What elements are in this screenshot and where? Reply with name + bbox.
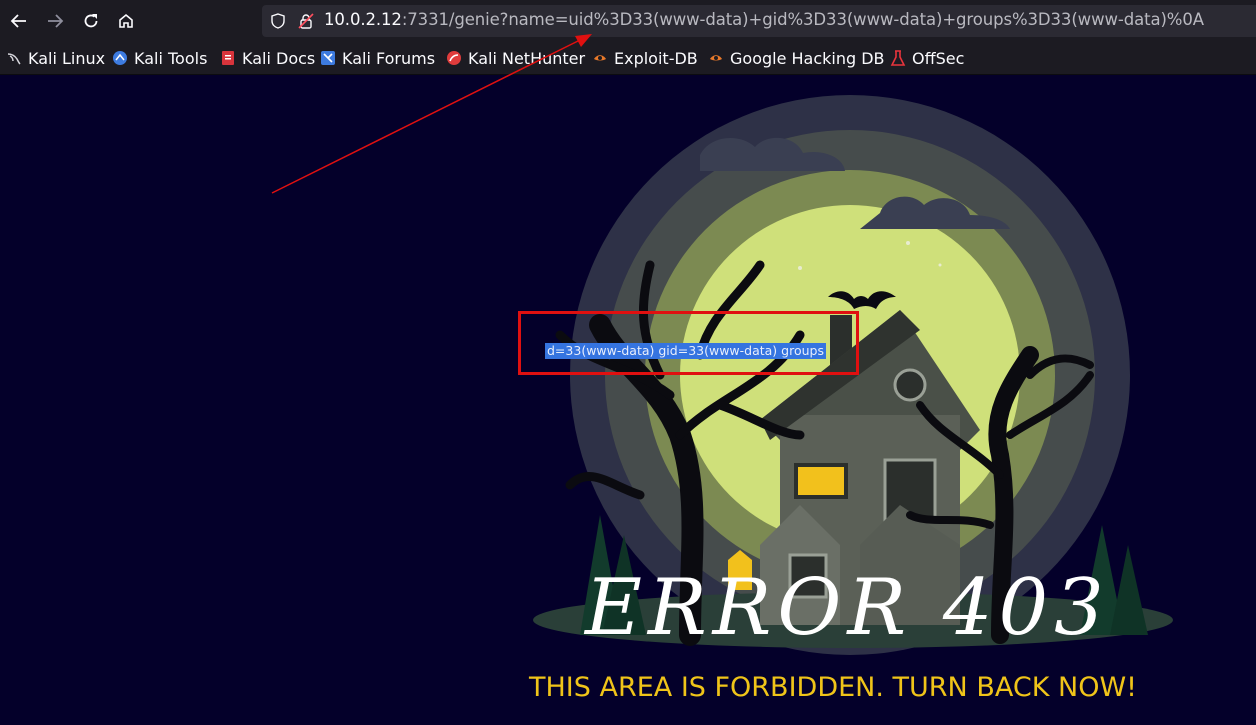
annotation-arrow	[271, 34, 592, 194]
